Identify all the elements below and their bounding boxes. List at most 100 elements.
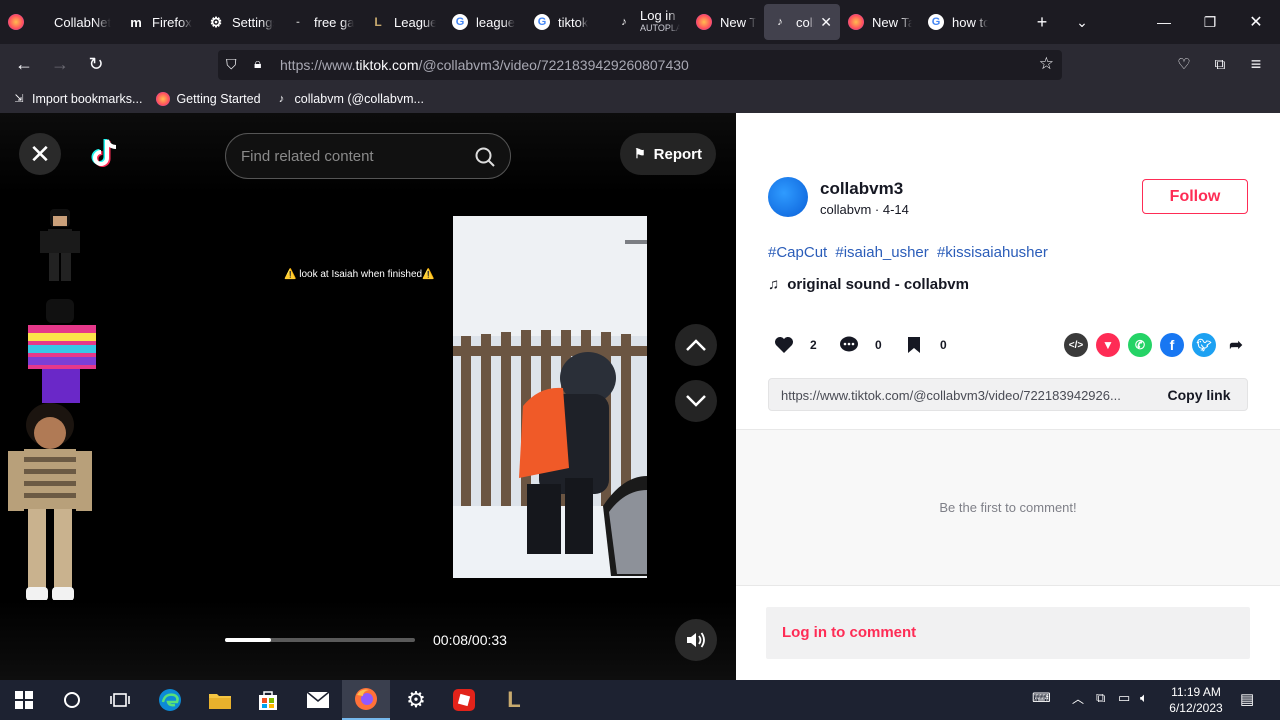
shield-icon[interactable]: ⛉ [226,56,237,73]
notifications-icon[interactable]: ▤ [1240,690,1254,708]
hashtag-link[interactable]: #kissisaiahusher [937,244,1048,261]
start-button[interactable] [0,680,48,720]
back-arrow-icon[interactable]: ← [12,52,36,76]
share-arrow-icon[interactable]: ➦ [1224,333,1248,357]
login-to-comment-link[interactable]: Log in to comment [782,624,916,641]
tab-new-tab-1[interactable]: New Ta [688,0,764,44]
close-window-icon[interactable]: ✕ [1236,0,1276,44]
tab-league[interactable]: L League [362,0,444,44]
like-stat[interactable]: 2 [774,335,817,355]
tray-chevron-up-icon[interactable]: ︿ [1072,690,1084,707]
menu-hamburger-icon[interactable]: ≡ [1244,52,1268,76]
gear-icon: ⚙ [209,13,223,30]
mail-button[interactable] [294,680,342,720]
taskbar-clock[interactable]: 11:19 AM 6/12/2023 [1162,684,1230,716]
hashtag-link[interactable]: #CapCut [768,244,827,261]
close-tab-icon[interactable]: ✕ [820,14,832,31]
save-stat[interactable]: 0 [904,335,947,355]
pocket-icon[interactable]: ♡ [1172,52,1196,76]
store-button[interactable] [244,680,292,720]
tab-firefox[interactable]: m Firefox [120,0,200,44]
twitter-icon[interactable]: 🐦︎ [1192,333,1216,357]
video-player: ✕ Find related content ⚑ Report ⚠️ look … [0,113,736,680]
bookmark-getting-started[interactable]: Getting Started [156,91,261,106]
windows-taskbar: ⚙ L ⌨ ︿ ⧉ ▭ 🔈︎ 11:19 AM 6/12/2023 ▤ [0,680,1280,720]
search-icon[interactable] [474,146,496,168]
tab-how-to[interactable]: G how to [920,0,996,44]
task-view-button[interactable] [96,680,144,720]
bookmark-import[interactable]: ⇲ Import bookmarks... [12,92,142,106]
tab-league-search[interactable]: G league [444,0,526,44]
video-timecode: 00:08/00:33 [433,632,507,648]
tab-new-tab-2[interactable]: New Ta [840,0,920,44]
login-to-comment-bar[interactable]: Log in to comment [766,607,1250,659]
tab-tiktok-login[interactable]: ♪ Log in AUTOPLA [608,0,688,44]
medium-icon: m [130,14,142,30]
striped-character-figure [8,403,92,601]
minimize-icon[interactable]: — [1144,0,1184,44]
whatsapp-icon[interactable]: ✆ [1128,333,1152,357]
firefox-icon [8,14,24,30]
embed-icon[interactable]: </> [1064,333,1088,357]
post-sound[interactable]: ♫ original sound - collabvm [768,276,969,293]
league-taskbar-button[interactable]: L [490,680,538,720]
avatar[interactable] [768,177,808,217]
roblox-icon [453,689,475,711]
edge-icon [159,689,181,711]
report-button[interactable]: ⚑ Report [620,133,716,175]
mail-icon [306,691,330,708]
url-text: https://www.tiktok.com/@collabvm3/video/… [280,57,689,73]
send-to-friends-icon[interactable]: ▼ [1096,333,1120,357]
roblox-taskbar-button[interactable] [440,680,488,720]
cortana-button[interactable] [48,680,96,720]
post-username[interactable]: collabvm3 [820,179,903,199]
tiktok-icon: ♪ [777,16,783,28]
extensions-icon[interactable]: ⧉ [1208,52,1232,76]
bookmark-star-icon[interactable]: ☆ [1039,54,1054,74]
chevron-down-icon [686,395,706,407]
share-link-box: https://www.tiktok.com/@collabvm3/video/… [768,378,1248,411]
reload-icon[interactable]: ↻ [84,52,108,76]
tiktok-icon: ♪ [621,16,627,28]
bookmark-collabvm[interactable]: ♪ collabvm (@collabvm... [275,92,424,106]
video-frame[interactable] [453,216,647,578]
firefox-menu-tab[interactable] [0,0,42,44]
google-icon: G [928,14,944,30]
follow-button[interactable]: Follow [1142,179,1248,214]
copy-link-button[interactable]: Copy link [1151,379,1247,410]
lock-icon[interactable]: 🔒︎ [254,55,261,72]
league-icon: L [374,15,382,29]
share-link-text[interactable]: https://www.tiktok.com/@collabvm3/video/… [781,388,1151,403]
address-bar[interactable]: ⛉ 🔒︎ https://www.tiktok.com/@collabvm3/v… [218,50,1062,80]
edge-taskbar-button[interactable] [146,680,194,720]
tiktok-logo-icon[interactable] [88,137,120,171]
network-icon[interactable]: ▭ [1118,690,1130,706]
settings-taskbar-button[interactable]: ⚙ [392,680,440,720]
tab-tiktok-search[interactable]: G tiktok [526,0,608,44]
file-explorer-button[interactable] [196,680,244,720]
device-icon[interactable]: ⧉ [1096,690,1105,706]
video-progress-bar[interactable] [225,638,415,642]
firefox-taskbar-button[interactable] [342,680,390,720]
close-video-button[interactable]: ✕ [19,133,61,175]
keyboard-icon[interactable]: ⌨ [1032,690,1051,706]
forward-arrow-icon[interactable]: → [48,52,72,76]
list-tabs-chevron-icon[interactable]: ⌄ [1062,0,1102,44]
tab-free-games[interactable]: ‐ free ga [282,0,362,44]
muted-speaker-icon[interactable]: 🔈︎ [1140,690,1148,706]
hashtag-link[interactable]: #isaiah_usher [835,244,928,261]
search-input[interactable]: Find related content [225,133,511,179]
tab-settings[interactable]: ⚙ Settings [200,0,282,44]
tab-collabvm-active[interactable]: ♪ colla ✕ [764,4,840,40]
previous-video-button[interactable] [675,324,717,366]
new-tab-plus-icon[interactable]: + [1022,0,1062,44]
next-video-button[interactable] [675,380,717,422]
chevron-up-icon [686,339,706,351]
facebook-icon[interactable]: f [1160,333,1184,357]
restore-icon[interactable]: ❐ [1190,0,1230,44]
bookmark-icon [904,335,924,355]
gear-icon: ⚙ [406,687,426,712]
volume-button[interactable] [675,619,717,661]
tab-collabnet[interactable]: CollabNet [42,0,120,44]
comment-stat[interactable]: 0 [839,335,882,355]
